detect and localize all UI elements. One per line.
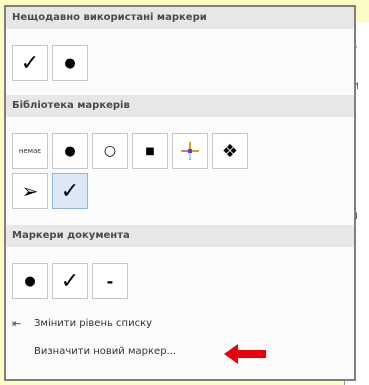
arrowhead-icon: ➢ bbox=[21, 179, 39, 203]
bullet-option-disc[interactable]: ● bbox=[52, 45, 88, 81]
recent-bullets-header: Нещодавно використані маркери bbox=[6, 7, 354, 29]
change-list-level-item[interactable]: ⇤ Змінити рівень списку bbox=[6, 312, 354, 336]
document-bullets-header: Маркери документа bbox=[6, 225, 354, 247]
bullet-option-disc[interactable]: ● bbox=[52, 133, 88, 169]
colored-star-icon bbox=[181, 142, 199, 160]
bullet-library-header: Бібліотека маркерів bbox=[6, 95, 354, 117]
bullet-option-square[interactable]: ■ bbox=[132, 133, 168, 169]
change-list-level-label: Змінити рівень списку bbox=[34, 318, 153, 329]
four-diamonds-icon: ❖ bbox=[221, 140, 239, 162]
bullet-option-none[interactable]: немає bbox=[12, 133, 48, 169]
none-label: немає bbox=[18, 147, 42, 155]
disc-icon: ● bbox=[24, 273, 36, 289]
square-icon: ■ bbox=[145, 145, 155, 157]
disc-icon: ● bbox=[64, 55, 76, 71]
checkmark-icon: ✓ bbox=[60, 178, 80, 204]
bullet-library-dropdown: Нещодавно використані маркери ✓ ● Бібліо… bbox=[4, 5, 356, 381]
bullet-option-disc[interactable]: ● bbox=[12, 263, 48, 299]
define-new-bullet-label: Визначити новий маркер... bbox=[34, 346, 177, 357]
disc-icon: ● bbox=[64, 143, 76, 159]
circle-icon: ○ bbox=[103, 143, 117, 159]
bullet-option-colored-star[interactable] bbox=[172, 133, 208, 169]
bullet-option-checkmark[interactable]: ✓ bbox=[12, 45, 48, 81]
bullet-option-arrow[interactable]: ➢ bbox=[12, 173, 48, 209]
bullet-option-diamonds[interactable]: ❖ bbox=[212, 133, 248, 169]
checkmark-icon: ✓ bbox=[60, 268, 80, 294]
bullet-option-checkmark[interactable]: ✓ bbox=[52, 263, 88, 299]
change-level-icon: ⇤ bbox=[12, 317, 22, 330]
define-new-bullet-item[interactable]: Визначити новий маркер... bbox=[6, 340, 354, 364]
bullet-option-circle[interactable]: ○ bbox=[92, 133, 128, 169]
red-arrow-icon bbox=[224, 344, 266, 364]
dash-icon: - bbox=[106, 271, 114, 291]
bullet-option-checkmark-selected[interactable]: ✓ bbox=[52, 173, 88, 209]
bullet-option-dash[interactable]: - bbox=[92, 263, 128, 299]
checkmark-icon: ✓ bbox=[20, 50, 40, 76]
